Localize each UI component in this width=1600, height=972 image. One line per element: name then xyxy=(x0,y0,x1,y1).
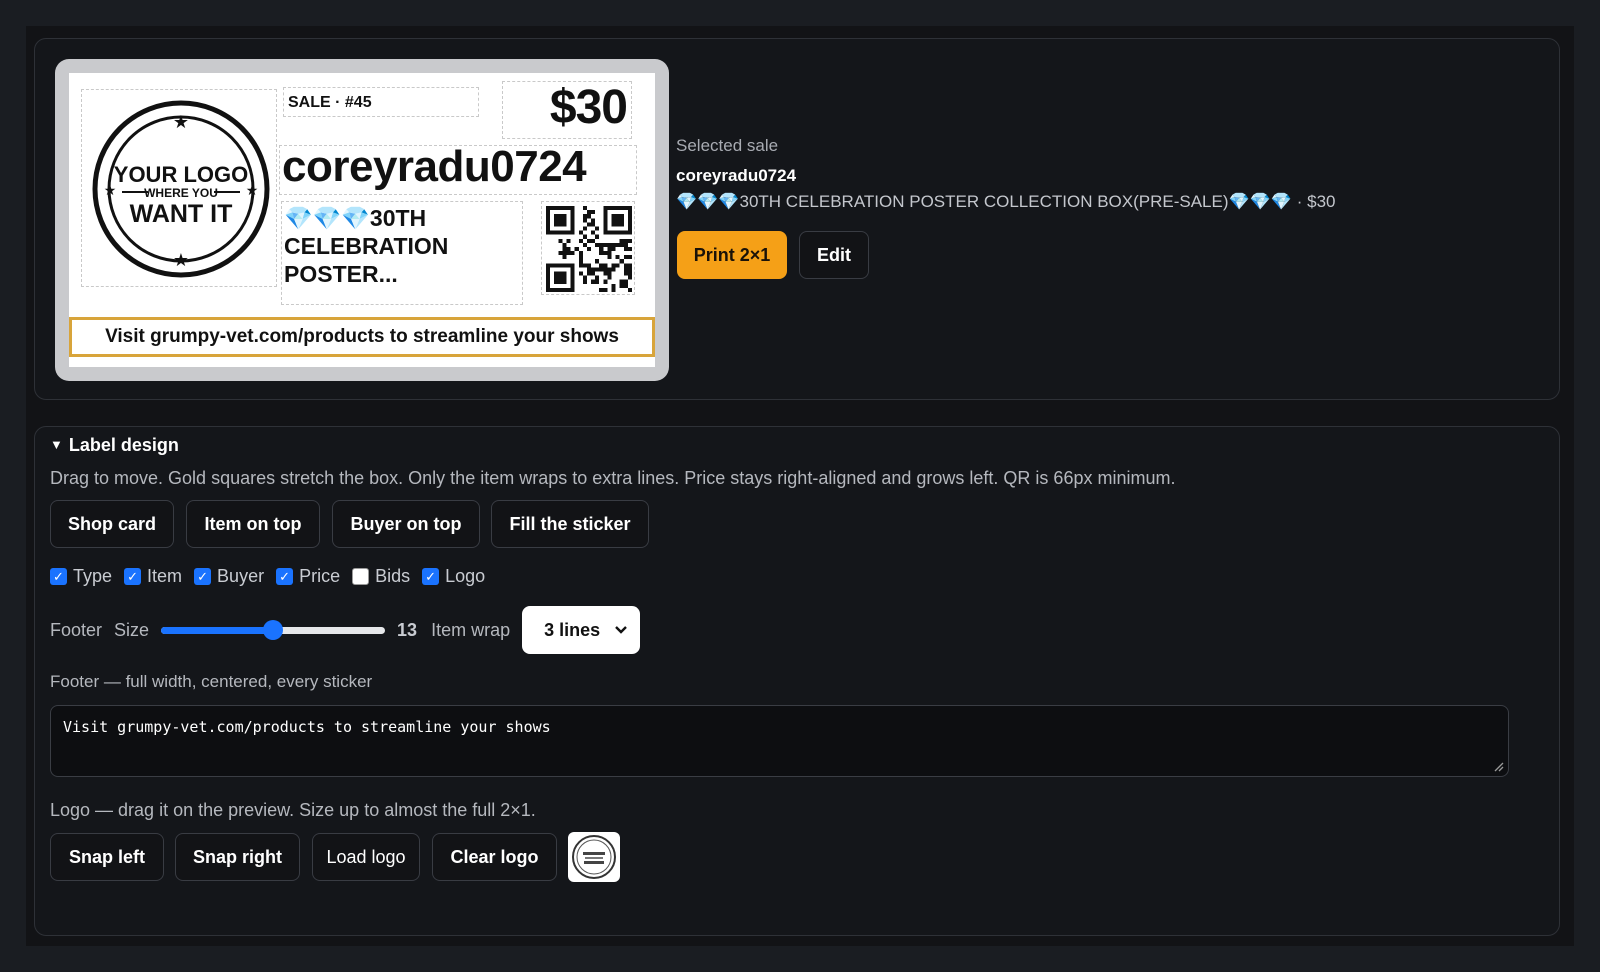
toggle-label: Item xyxy=(147,566,183,586)
design-hint: Drag to move. Gold squares stretch the b… xyxy=(50,468,1176,488)
sale-tag: SALE · #45 xyxy=(288,94,372,111)
logo-hint: Logo — drag it on the preview. Size up t… xyxy=(50,800,536,820)
checkbox-icon[interactable]: ✓ xyxy=(124,568,142,585)
toggle-label: Buyer xyxy=(217,566,265,586)
qr-field[interactable] xyxy=(541,201,635,295)
toggle-buyer[interactable]: ✓ Buyer xyxy=(194,566,264,587)
snap-left-button[interactable]: Snap left xyxy=(50,833,164,881)
preview-panel: ★ ★ ★ ★ YOUR LOGO WHERE YOU WANT IT SALE… xyxy=(34,38,1560,400)
resize-handle-icon[interactable] xyxy=(1494,762,1504,772)
preset-shop-card-button[interactable]: Shop card xyxy=(50,500,174,548)
footer-size-value: 13 xyxy=(397,619,418,640)
selected-item-summary: 💎💎💎30TH CELEBRATION POSTER COLLECTION BO… xyxy=(676,192,1336,211)
checkbox-icon[interactable] xyxy=(352,568,370,585)
sticker-footer: Visit grumpy-vet.com/products to streaml… xyxy=(69,317,655,357)
item-wrap-label: Item wrap xyxy=(431,619,511,640)
selected-sale-label: Selected sale xyxy=(676,136,779,155)
buyer-text: coreyradu0724 xyxy=(282,142,587,191)
logo-line-1: YOUR LOGO xyxy=(114,162,248,187)
slider-fill xyxy=(161,627,274,634)
toggle-logo[interactable]: ✓ Logo xyxy=(422,566,485,587)
item-wrap-value: 3 lines xyxy=(544,619,601,640)
logo-image: ★ ★ ★ ★ YOUR LOGO WHERE YOU WANT IT xyxy=(92,100,270,278)
sticker-preview-frame: ★ ★ ★ ★ YOUR LOGO WHERE YOU WANT IT SALE… xyxy=(55,59,669,381)
svg-text:★: ★ xyxy=(173,250,189,270)
label-design-toggle[interactable]: ▼ Label design xyxy=(50,435,179,456)
selected-buyer: coreyradu0724 xyxy=(676,166,797,185)
logo-field[interactable]: ★ ★ ★ ★ YOUR LOGO WHERE YOU WANT IT xyxy=(81,89,277,287)
footer-label: Footer xyxy=(50,619,103,640)
chevron-down-icon xyxy=(615,626,627,634)
triangle-down-icon: ▼ xyxy=(50,437,63,452)
toggle-label: Bids xyxy=(375,566,411,586)
logo-thumbnail-image xyxy=(572,835,616,879)
preset-fill-sticker-button[interactable]: Fill the sticker xyxy=(491,500,649,548)
label-design-title: Label design xyxy=(68,435,179,455)
field-toggles: ✓ Type ✓ Item ✓ Buyer ✓ Price Bids ✓ Logo xyxy=(50,566,497,587)
load-logo-button[interactable]: Load logo xyxy=(312,833,420,881)
checkbox-icon[interactable]: ✓ xyxy=(194,568,212,585)
toggle-label: Price xyxy=(299,566,341,586)
toggle-label: Type xyxy=(73,566,113,586)
logo-line-2: WHERE YOU xyxy=(144,186,218,200)
slider-thumb[interactable] xyxy=(263,620,284,640)
sticker-preview[interactable]: ★ ★ ★ ★ YOUR LOGO WHERE YOU WANT IT SALE… xyxy=(69,73,655,367)
svg-text:★: ★ xyxy=(173,112,189,132)
clear-logo-button[interactable]: Clear logo xyxy=(432,833,557,881)
footer-text-value: Visit grumpy-vet.com/products to streaml… xyxy=(63,718,551,736)
preset-buyer-on-top-button[interactable]: Buyer on top xyxy=(332,500,480,548)
toggle-type[interactable]: ✓ Type xyxy=(50,566,112,587)
footer-text-label: Footer — full width, centered, every sti… xyxy=(50,672,373,691)
price-text: $30 xyxy=(549,81,628,134)
edit-button[interactable]: Edit xyxy=(799,231,869,279)
snap-right-button[interactable]: Snap right xyxy=(175,833,300,881)
print-button[interactable]: Print 2×1 xyxy=(677,231,787,279)
logo-line-3: WANT IT xyxy=(130,200,233,228)
item-wrap-select[interactable]: 3 lines xyxy=(522,606,641,654)
checkbox-icon[interactable]: ✓ xyxy=(50,568,67,585)
qr-code xyxy=(546,206,632,292)
buyer-field[interactable]: coreyradu0724 xyxy=(279,142,637,195)
footer-text-input[interactable]: Visit grumpy-vet.com/products to streaml… xyxy=(50,705,1509,777)
logo-thumbnail xyxy=(568,832,620,882)
preset-item-on-top-button[interactable]: Item on top xyxy=(186,500,320,548)
price-field[interactable]: $30 xyxy=(502,81,632,139)
toggle-bids[interactable]: Bids xyxy=(352,566,410,587)
toggle-item[interactable]: ✓ Item xyxy=(124,566,182,587)
item-text: 💎💎💎30TH CELEBRATION POSTER... xyxy=(284,205,449,287)
sticker-footer-text: Visit grumpy-vet.com/products to streaml… xyxy=(105,326,619,347)
footer-settings-row: Footer Size 13 Item wrap 3 lines xyxy=(50,606,641,654)
footer-size-slider[interactable] xyxy=(161,620,386,640)
toggle-price[interactable]: ✓ Price xyxy=(276,566,340,587)
checkbox-icon[interactable]: ✓ xyxy=(422,568,440,585)
type-field[interactable]: SALE · #45 xyxy=(283,87,479,117)
checkbox-icon[interactable]: ✓ xyxy=(276,568,294,585)
toggle-label: Logo xyxy=(445,566,486,586)
size-label: Size xyxy=(114,619,150,640)
item-field[interactable]: 💎💎💎30TH CELEBRATION POSTER... xyxy=(281,201,523,305)
